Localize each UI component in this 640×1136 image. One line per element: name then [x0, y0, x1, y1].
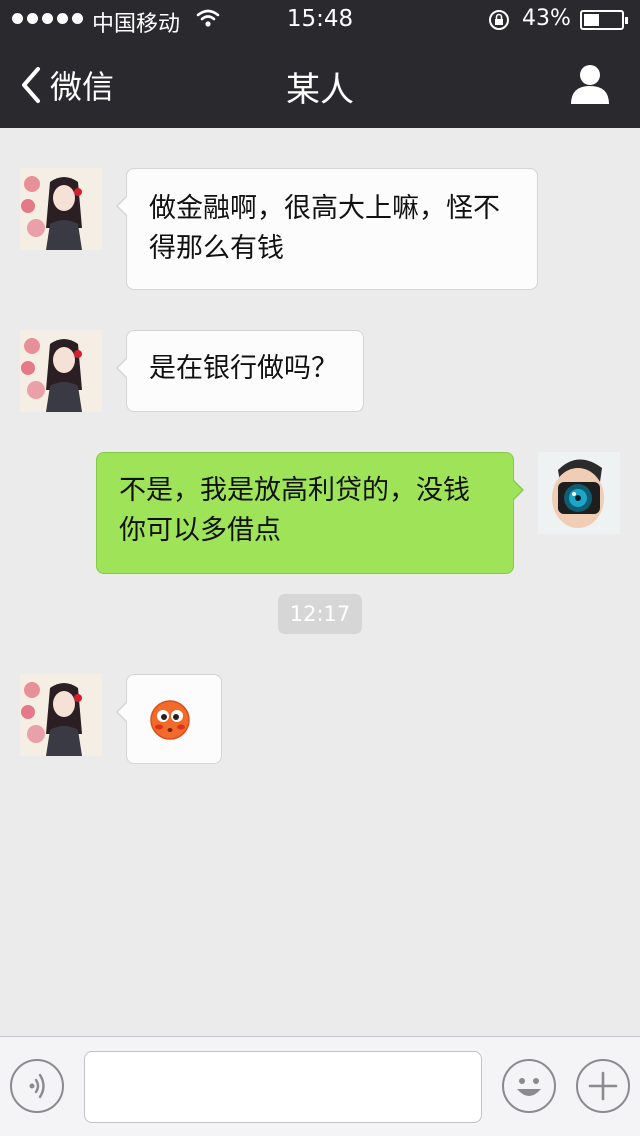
voice-button[interactable] [10, 1059, 64, 1113]
contact-profile-icon[interactable] [568, 62, 612, 106]
battery-icon [580, 10, 628, 30]
message-text-line: 是在银行做吗？ [149, 353, 338, 384]
my-avatar[interactable] [538, 452, 620, 534]
rotation-lock-icon [489, 10, 509, 30]
battery-percent: 43% [522, 6, 571, 31]
blushing-face-emoji-icon [150, 700, 190, 740]
anime-girl-avatar-icon [21, 338, 82, 412]
message-input[interactable] [84, 1051, 482, 1123]
status-bar: 中国移动 15:48 43% [0, 0, 640, 40]
emoji-button[interactable] [502, 1059, 556, 1113]
message-text-line: 不是，我是放高利贷的，没钱 [119, 475, 470, 506]
chat-title: 某人 [286, 70, 354, 110]
message-bubble-incoming[interactable]: 做金融啊，很高大上嘛，怪不 得那么有钱 [116, 168, 538, 290]
message-text-line: 得那么有钱 [149, 233, 284, 264]
plus-button[interactable] [576, 1059, 630, 1113]
timestamp: 12:17 [278, 594, 362, 634]
message-text-line: 你可以多借点 [119, 515, 281, 546]
message-text-line: 做金融啊，很高大上嘛，怪不 [149, 193, 500, 224]
anime-girl-avatar-icon [21, 176, 82, 250]
message-bubble-incoming[interactable] [116, 674, 222, 764]
top-bar: 中国移动 15:48 43% 微信 某人 [0, 0, 640, 128]
anime-girl-avatar-icon [21, 682, 82, 756]
voice-icon [29, 1073, 45, 1099]
smiley-icon [517, 1078, 541, 1096]
plus-icon [588, 1071, 618, 1101]
message-bubble-incoming[interactable]: 是在银行做吗？ [116, 330, 364, 412]
photographer-avatar-icon [552, 459, 604, 528]
message-bubble-outgoing[interactable]: 不是，我是放高利贷的，没钱 你可以多借点 [96, 452, 524, 574]
contact-avatar[interactable] [20, 674, 102, 756]
input-bar [0, 1036, 640, 1136]
contact-avatar[interactable] [20, 168, 102, 250]
contact-avatar[interactable] [20, 330, 102, 412]
